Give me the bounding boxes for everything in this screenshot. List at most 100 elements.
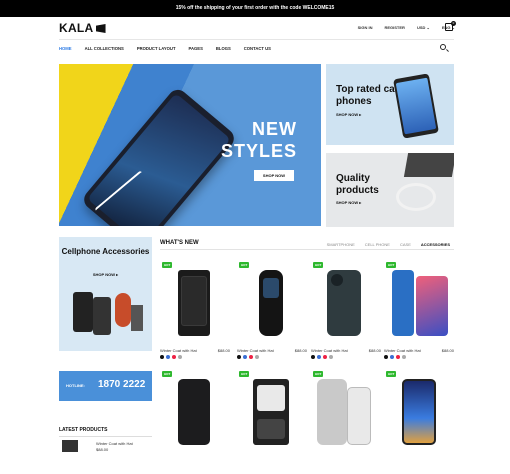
tab-smartphone[interactable]: SMARTPHONE: [327, 242, 355, 247]
side-banner-phone-image: [393, 73, 439, 139]
header-divider: [59, 39, 454, 40]
product-image[interactable]: [237, 264, 307, 344]
top-nav: SIGN IN REGISTER USD ⌄ ENG ⌄: [358, 25, 455, 30]
swatch[interactable]: [317, 355, 321, 359]
hot-badge: HOT: [313, 262, 324, 268]
whats-new-tabs: SMARTPHONE CELL PHONE CASE ACCESSORIES: [327, 242, 450, 247]
product-image[interactable]: [237, 373, 307, 453]
logo[interactable]: KALA: [59, 21, 106, 35]
product-name[interactable]: Winter Coat with Hat: [384, 348, 421, 353]
tab-accessories[interactable]: ACCESSORIES: [421, 242, 450, 247]
swatch[interactable]: [243, 355, 247, 359]
product-card[interactable]: HOT Winter Coat with Hat $88.00: [237, 260, 307, 365]
product-card[interactable]: HOT Winter Coat with Hat $88.00: [311, 260, 381, 365]
tab-cell-phone[interactable]: CELL PHONE: [365, 242, 390, 247]
swatch[interactable]: [390, 355, 394, 359]
swatch[interactable]: [323, 355, 327, 359]
hot-badge: HOT: [162, 262, 173, 268]
product-name[interactable]: Winter Coat with Hat: [160, 348, 197, 353]
accessories-banner[interactable]: Cellphone Accessories SHOP NOW ▸: [59, 237, 152, 351]
accessories-title: Cellphone Accessories: [61, 247, 150, 256]
hotline-banner: HOTLINE: 1870 2222: [59, 371, 152, 401]
latest-product-thumb[interactable]: [62, 440, 78, 452]
swatch[interactable]: [237, 355, 241, 359]
nav-home[interactable]: HOME: [59, 46, 72, 51]
hero-shop-now-button[interactable]: SHOP NOW: [254, 170, 294, 181]
swatch[interactable]: [311, 355, 315, 359]
hot-badge: HOT: [239, 262, 250, 268]
product-card[interactable]: HOT Winter Coat with Hat $88.00: [384, 260, 454, 365]
color-swatches: [311, 355, 333, 359]
swatch[interactable]: [172, 355, 176, 359]
nav-product-layout[interactable]: PRODUCT LAYOUT: [137, 46, 176, 51]
swatch[interactable]: [402, 355, 406, 359]
accessory-image: [115, 293, 131, 327]
product-card[interactable]: HOT Winter Coat with Hat $88.00: [160, 260, 230, 365]
swatch[interactable]: [160, 355, 164, 359]
nav-all-collections[interactable]: ALL COLLECTIONS: [85, 46, 124, 51]
currency-select[interactable]: USD ⌄: [417, 25, 430, 30]
hot-badge: HOT: [313, 371, 324, 377]
promo-bar: 15% off the shipping of your first order…: [0, 0, 510, 17]
swatch[interactable]: [384, 355, 388, 359]
logo-text: KALA: [59, 21, 94, 35]
side-banner-title: Quality products: [336, 173, 379, 196]
search-icon[interactable]: [440, 44, 446, 50]
accessory-image: [73, 292, 93, 332]
product-price: $88.00: [441, 348, 454, 353]
hot-badge: HOT: [386, 262, 397, 268]
header: KALA SIGN IN REGISTER USD ⌄ ENG ⌄ 0: [0, 17, 510, 39]
product-card[interactable]: HOT: [237, 369, 307, 474]
nav-pages[interactable]: PAGES: [189, 46, 203, 51]
product-image[interactable]: [160, 373, 230, 453]
product-name[interactable]: Winter Coat with Hat: [237, 348, 274, 353]
side-banner-quality[interactable]: Quality products SHOP NOW ▸: [326, 153, 454, 227]
latest-divider: [59, 436, 152, 437]
side-banner-shop-link[interactable]: SHOP NOW ▸: [336, 112, 361, 117]
hero-banner[interactable]: NEW STYLES SHOP NOW: [59, 64, 321, 226]
side-banner-top-rated[interactable]: Top rated call phones SHOP NOW ▸: [326, 64, 454, 145]
swatch[interactable]: [255, 355, 259, 359]
side-banner-title: Top rated call phones: [336, 84, 401, 107]
product-price: $88.00: [294, 348, 307, 353]
hotline-label: HOTLINE:: [66, 383, 85, 388]
product-price: $88.00: [217, 348, 230, 353]
product-card[interactable]: HOT: [160, 369, 230, 474]
latest-products-title: LATEST PRODUCTS: [59, 427, 108, 433]
color-swatches: [237, 355, 259, 359]
color-swatches: [160, 355, 182, 359]
product-image[interactable]: [160, 264, 230, 344]
hot-badge: HOT: [239, 371, 250, 377]
product-card[interactable]: HOT: [384, 369, 454, 474]
hotline-number[interactable]: 1870 2222: [98, 379, 145, 390]
swatch[interactable]: [249, 355, 253, 359]
swatch[interactable]: [329, 355, 333, 359]
product-card[interactable]: HOT: [311, 369, 381, 474]
cart-count-badge: 0: [451, 21, 456, 26]
side-banner-shop-link[interactable]: SHOP NOW ▸: [336, 200, 361, 205]
product-name[interactable]: Winter Coat with Hat: [311, 348, 348, 353]
main-nav: HOME ALL COLLECTIONS PRODUCT LAYOUT PAGE…: [59, 41, 271, 55]
product-image[interactable]: [384, 264, 454, 344]
product-image[interactable]: [384, 373, 454, 453]
hot-badge: HOT: [162, 371, 173, 377]
swatch[interactable]: [396, 355, 400, 359]
nav-contact-us[interactable]: CONTACT US: [244, 46, 271, 51]
tab-case[interactable]: CASE: [400, 242, 411, 247]
product-price: $88.00: [368, 348, 381, 353]
product-image[interactable]: [311, 373, 381, 453]
whats-new-divider: [160, 249, 454, 250]
accessory-image: [131, 305, 143, 331]
swatch[interactable]: [166, 355, 170, 359]
side-banner-laptop-image: [403, 153, 454, 177]
latest-product-name[interactable]: Winter Coat with Hat: [96, 441, 133, 446]
swatch[interactable]: [178, 355, 182, 359]
nav-blogs[interactable]: BLOGS: [216, 46, 231, 51]
sign-in-link[interactable]: SIGN IN: [358, 25, 373, 30]
register-link[interactable]: REGISTER: [384, 25, 404, 30]
accessories-shop-link[interactable]: SHOP NOW ▸: [59, 272, 152, 277]
hot-badge: HOT: [386, 371, 397, 377]
side-banner-cable-image: [396, 183, 436, 211]
product-image[interactable]: [311, 264, 381, 344]
color-swatches: [384, 355, 406, 359]
